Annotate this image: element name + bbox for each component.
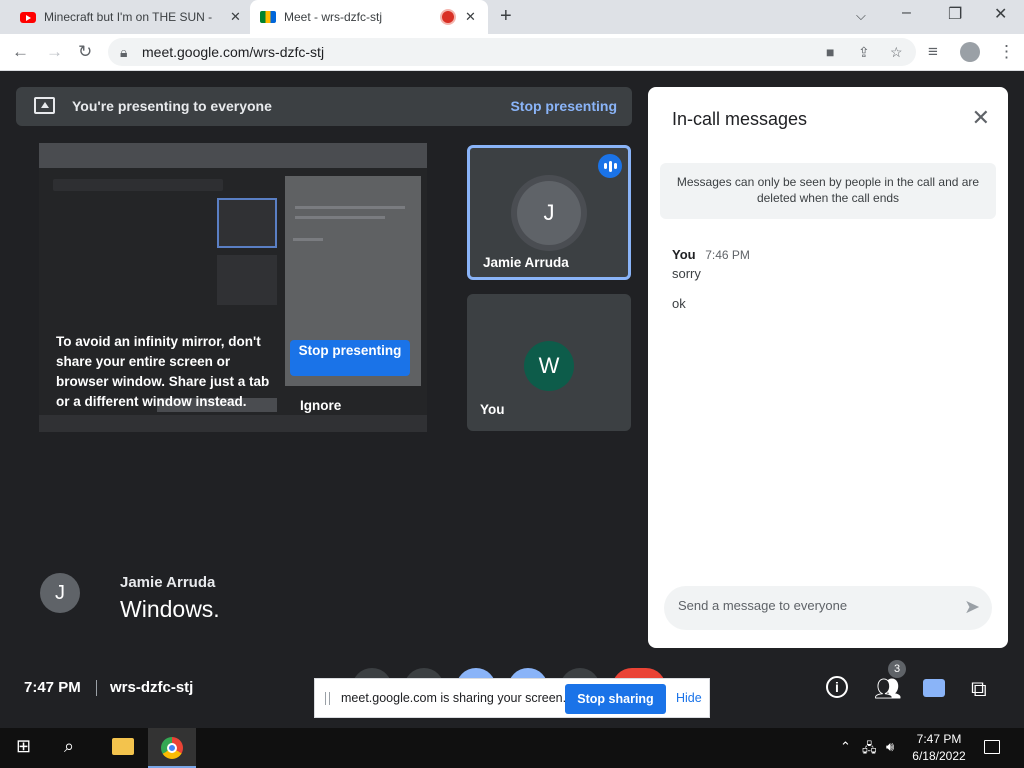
message-text: ok	[672, 296, 686, 311]
participant-name: Jamie Arruda	[483, 255, 569, 270]
message-text: sorry	[672, 266, 701, 281]
forward-icon[interactable]: →	[46, 42, 63, 62]
meeting-details-icon[interactable]: i	[826, 676, 848, 698]
mirror-browser-bar	[39, 143, 427, 168]
hide-button[interactable]: Hide	[676, 691, 702, 705]
window-close-icon[interactable]: ✕	[994, 4, 1007, 24]
caption-text: Windows.	[120, 596, 220, 622]
volume-icon[interactable]: 🔊︎	[886, 739, 894, 755]
tab-youtube[interactable]: Minecraft but I'm on THE SUN - Y ✕	[10, 0, 250, 34]
people-count-badge: 3	[888, 660, 906, 678]
send-icon[interactable]: ➤	[964, 596, 980, 619]
notifications-icon[interactable]	[984, 740, 1000, 754]
mirror-tile	[217, 255, 277, 305]
activities-icon[interactable]: ⧉	[971, 676, 987, 702]
screen-sharing-banner: meet.google.com is sharing your screen. …	[314, 678, 710, 718]
chat-notice: Messages can only be seen by people in t…	[660, 163, 996, 219]
share-icon[interactable]: ⇪	[858, 44, 870, 61]
new-tab-icon[interactable]: +	[500, 5, 512, 28]
participant-tile-jamie[interactable]: J Jamie Arruda	[467, 145, 631, 280]
meeting-time: 7:47 PM	[24, 679, 81, 696]
chat-icon[interactable]	[923, 679, 945, 697]
mirror-present-bar	[53, 179, 223, 191]
drag-handle-icon[interactable]	[325, 692, 330, 705]
search-icon[interactable]: ⌕	[64, 736, 74, 757]
back-icon[interactable]: ←	[12, 42, 29, 62]
profile-avatar[interactable]	[960, 42, 980, 62]
panel-title: In-call messages	[672, 109, 808, 129]
presenting-text: You're presenting to everyone	[72, 98, 272, 114]
clock-time: 7:47 PM	[916, 732, 962, 746]
message-time: 7:46 PM	[705, 248, 750, 262]
participant-tile-you[interactable]: W You	[467, 294, 631, 431]
close-icon[interactable]: ✕	[972, 105, 990, 131]
tab-meet[interactable]: Meet - wrs-dzfc-stj ✕	[250, 0, 488, 34]
meet-icon	[260, 11, 276, 23]
minimize-icon[interactable]: –	[902, 4, 911, 22]
tab-title: Minecraft but I'm on THE SUN - Y	[44, 10, 214, 24]
tab-search-chevron-icon[interactable]: ⌵	[856, 8, 866, 24]
restore-icon[interactable]: ❐	[948, 4, 962, 24]
stop-sharing-button[interactable]: Stop sharing	[565, 684, 666, 714]
in-call-messages-panel: In-call messages ✕ Messages can only be …	[648, 87, 1008, 648]
taskbar-clock[interactable]: 7:47 PM 6/18/2022	[908, 731, 970, 765]
youtube-icon	[20, 11, 36, 23]
present-screen-icon	[34, 97, 55, 114]
caption-avatar: J	[40, 573, 80, 613]
camera-icon[interactable]: ■	[826, 44, 834, 60]
message-input-box: ➤	[664, 586, 992, 630]
participant-name: You	[480, 402, 505, 417]
avatar: W	[524, 341, 574, 391]
chrome-icon	[161, 737, 183, 759]
recording-indicator-icon	[442, 11, 454, 23]
windows-start-icon[interactable]: ⊞	[16, 736, 31, 757]
message-header: You 7:46 PM	[672, 247, 750, 262]
windows-taskbar: ⊞ ⌕ ⌃ 🖧︎ 🔊︎ 7:47 PM 6/18/2022	[0, 728, 1024, 768]
tab-title: Meet - wrs-dzfc-stj	[284, 10, 383, 24]
mirror-line	[295, 206, 405, 209]
chevron-up-icon[interactable]: ⌃	[840, 739, 851, 755]
mirror-bottom-bar	[39, 415, 427, 432]
close-icon[interactable]: ✕	[230, 9, 241, 25]
ignore-button[interactable]: Ignore	[300, 398, 341, 413]
menu-icon[interactable]: ⋮	[998, 42, 1015, 62]
star-icon[interactable]: ☆	[890, 44, 903, 61]
address-bar[interactable]: 🔒︎ meet.google.com/wrs-dzfc-stj ■ ⇪ ☆	[108, 38, 916, 66]
meeting-code: wrs-dzfc-stj	[110, 679, 194, 696]
url-text: meet.google.com/wrs-dzfc-stj	[142, 44, 325, 60]
people-icon[interactable]: 👥︎	[874, 676, 902, 702]
mirror-line	[295, 216, 385, 219]
speaking-indicator-icon	[598, 154, 622, 178]
lock-icon: 🔒︎	[120, 44, 128, 60]
media-control-icon[interactable]: ≡	[928, 42, 938, 62]
avatar: J	[517, 181, 581, 245]
caption-speaker: Jamie Arruda	[120, 574, 216, 591]
stop-presenting-link[interactable]: Stop presenting	[510, 98, 617, 114]
clock-date: 6/18/2022	[912, 749, 966, 763]
sharing-text: meet.google.com is sharing your screen.	[341, 691, 567, 705]
divider	[96, 680, 97, 696]
network-icon[interactable]: 🖧︎	[862, 739, 877, 761]
message-input[interactable]	[678, 598, 938, 613]
chrome-taskbar-button[interactable]	[148, 728, 196, 768]
infinity-mirror-warning: To avoid an infinity mirror, don't share…	[56, 334, 270, 409]
mirror-tile	[217, 198, 277, 248]
tab-strip: Minecraft but I'm on THE SUN - Y ✕ Meet …	[0, 0, 1024, 34]
mirror-stop-presenting-button[interactable]: Stop presenting	[290, 340, 410, 376]
mirror-line	[293, 238, 323, 241]
reload-icon[interactable]: ↻	[78, 42, 92, 62]
close-icon[interactable]: ✕	[465, 9, 476, 25]
message-sender: You	[672, 247, 696, 262]
browser-toolbar: ← → ↻ 🔒︎ meet.google.com/wrs-dzfc-stj ■ …	[0, 34, 1024, 71]
file-explorer-icon[interactable]	[112, 738, 134, 755]
presenting-banner: You're presenting to everyone Stop prese…	[16, 87, 632, 126]
